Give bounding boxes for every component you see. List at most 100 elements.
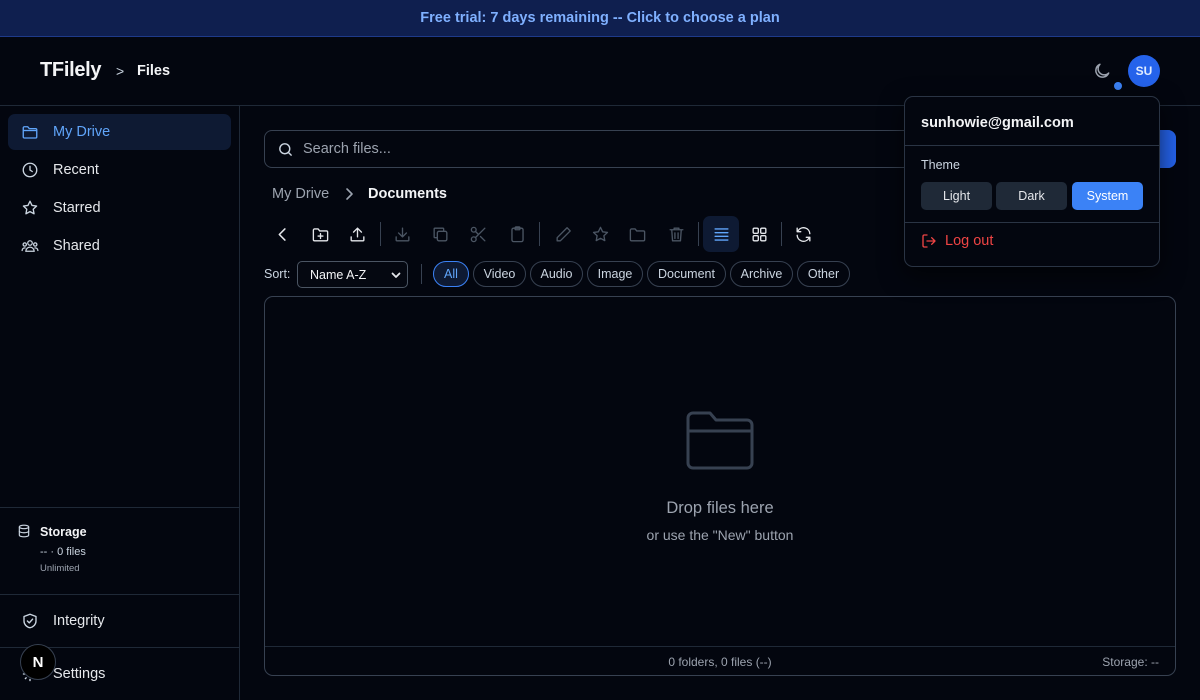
filter-chip-document[interactable]: Document (647, 261, 726, 287)
back-button[interactable] (264, 216, 300, 252)
filter-chip-image[interactable]: Image (587, 261, 643, 287)
toolbar-divider (539, 222, 540, 246)
sort-select[interactable]: Name A-Z (297, 261, 408, 288)
breadcrumb-current: Documents (368, 186, 447, 202)
copy-button[interactable] (422, 216, 458, 252)
folder-file-count: 0 folders, 0 files (--) (668, 655, 772, 669)
storage-title: Storage (40, 525, 87, 539)
app-logo[interactable]: TFilely (40, 59, 102, 82)
dev-tools-badge[interactable]: N (20, 644, 56, 680)
sidebar-item-label: My Drive (53, 124, 111, 140)
copy-icon (431, 225, 450, 244)
download-button[interactable] (384, 216, 420, 252)
users-icon (21, 237, 39, 255)
upload-icon (348, 225, 367, 244)
star-icon (591, 225, 610, 244)
trial-banner-text[interactable]: Free trial: 7 days remaining -- Click to… (420, 10, 779, 26)
sidebar-item-label: Settings (53, 666, 106, 682)
filter-divider (421, 264, 422, 284)
file-drop-zone[interactable]: Drop files here or use the "New" button … (264, 296, 1176, 676)
clock-icon (21, 161, 39, 179)
avatar-initials: SU (1135, 64, 1153, 78)
user-menu-dropdown: sunhowie@gmail.com Theme Light Dark Syst… (904, 96, 1160, 267)
trial-banner[interactable]: Free trial: 7 days remaining -- Click to… (0, 0, 1200, 37)
toolbar-divider (698, 222, 699, 246)
menu-divider (905, 222, 1159, 223)
cut-icon (469, 225, 488, 244)
toolbar-divider (380, 222, 381, 246)
filter-chip-video[interactable]: Video (473, 261, 526, 287)
user-avatar[interactable]: SU (1128, 55, 1160, 87)
filter-chip-archive[interactable]: Archive (730, 261, 793, 287)
breadcrumb-root[interactable]: My Drive (272, 186, 329, 202)
search-input[interactable] (303, 141, 903, 157)
sort-label: Sort: (264, 267, 291, 281)
status-dot (1114, 82, 1122, 90)
sort-selected-value: Name A-Z (310, 267, 367, 282)
chevron-down-icon (391, 270, 401, 280)
theme-dark-button[interactable]: Dark (996, 182, 1067, 210)
sidebar-item-recent[interactable]: Recent (8, 152, 231, 188)
toolbar-divider (781, 222, 782, 246)
cut-button[interactable] (460, 216, 496, 252)
star-button[interactable] (582, 216, 618, 252)
drop-zone-title: Drop files here (666, 499, 774, 517)
filter-chip-other[interactable]: Other (797, 261, 850, 287)
sidebar-item-starred[interactable]: Starred (8, 190, 231, 226)
theme-label: Theme (921, 158, 960, 172)
theme-light-button[interactable]: Light (921, 182, 992, 210)
filter-chip-audio[interactable]: Audio (530, 261, 583, 287)
move-button[interactable] (619, 216, 655, 252)
logout-button[interactable]: Log out (921, 233, 993, 249)
status-divider (265, 646, 1175, 647)
refresh-button[interactable] (785, 216, 821, 252)
chevron-right-icon (343, 187, 355, 201)
user-email: sunhowie@gmail.com (921, 115, 1074, 131)
logout-label: Log out (945, 233, 994, 249)
star-icon (21, 199, 39, 217)
new-folder-button[interactable] (302, 216, 338, 252)
list-view-button[interactable] (703, 216, 739, 252)
storage-limit: Unlimited (40, 563, 80, 574)
logout-icon (921, 233, 937, 249)
drop-zone-subtitle: or use the "New" button (646, 527, 794, 543)
header-separator: > (116, 63, 125, 79)
list-view-icon (712, 225, 731, 244)
sidebar-item-label: Shared (53, 238, 100, 254)
folder-icon (21, 123, 39, 141)
sidebar: My Drive Recent Starred Shared Storage -… (0, 106, 240, 700)
storage-status: Storage: -- (1102, 655, 1159, 669)
new-folder-icon (311, 225, 330, 244)
back-icon (273, 225, 292, 244)
header-page-title: Files (137, 63, 171, 79)
sidebar-item-integrity[interactable]: Integrity (8, 603, 231, 639)
sidebar-divider (0, 594, 239, 595)
grid-view-button[interactable] (741, 216, 777, 252)
search-icon (277, 141, 294, 158)
delete-button[interactable] (658, 216, 694, 252)
paste-icon (508, 225, 527, 244)
menu-divider (905, 145, 1159, 146)
rename-icon (554, 225, 573, 244)
sidebar-item-label: Starred (53, 200, 101, 216)
shield-check-icon (21, 612, 39, 630)
grid-view-icon (750, 225, 769, 244)
sidebar-divider (0, 507, 239, 508)
folder-icon (685, 409, 755, 471)
upload-button[interactable] (339, 216, 375, 252)
database-icon (17, 524, 31, 538)
paste-button[interactable] (499, 216, 535, 252)
sidebar-item-my-drive[interactable]: My Drive (8, 114, 231, 150)
sidebar-item-label: Recent (53, 162, 99, 178)
move-icon (628, 225, 647, 244)
filter-chip-all[interactable]: All (433, 261, 469, 287)
trash-icon (667, 225, 686, 244)
theme-system-button[interactable]: System (1072, 182, 1143, 210)
sidebar-item-shared[interactable]: Shared (8, 228, 231, 264)
download-icon (393, 225, 412, 244)
rename-button[interactable] (545, 216, 581, 252)
refresh-icon (794, 225, 813, 244)
storage-usage: -- · 0 files (40, 546, 86, 558)
moon-icon[interactable] (1092, 61, 1112, 81)
sidebar-item-label: Integrity (53, 613, 105, 629)
